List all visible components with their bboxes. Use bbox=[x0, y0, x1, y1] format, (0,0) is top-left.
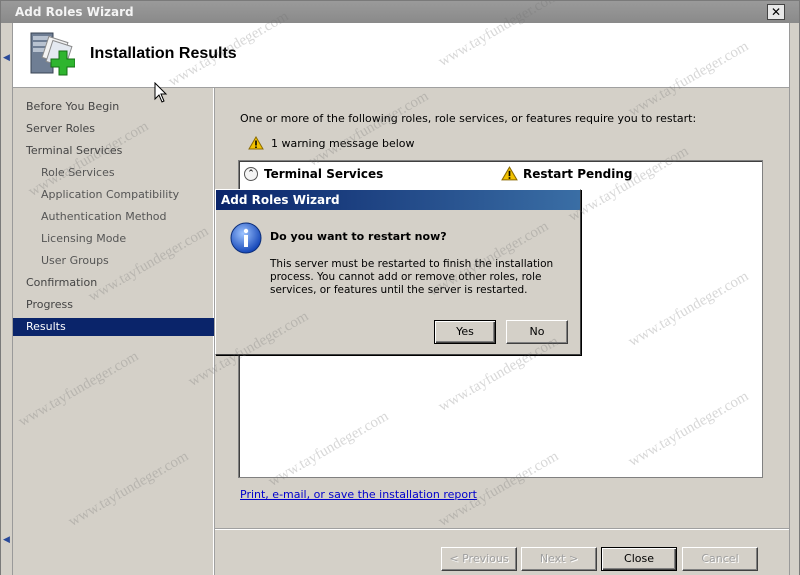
wizard-header: Installation Results bbox=[13, 23, 789, 88]
left-window-edge: ◀ ◀ bbox=[1, 23, 13, 575]
nav-item-terminal-services[interactable]: Terminal Services bbox=[26, 142, 122, 160]
wizard-navigation: Before You Begin Server Roles Terminal S… bbox=[13, 88, 214, 575]
restart-intro-text: One or more of the following roles, role… bbox=[240, 112, 697, 125]
installation-report-link[interactable]: Print, e-mail, or save the installation … bbox=[240, 488, 477, 501]
dialog-message: This server must be restarted to finish … bbox=[270, 258, 554, 296]
close-button[interactable]: Close bbox=[601, 547, 677, 571]
no-button[interactable]: No bbox=[506, 320, 568, 344]
nav-item-confirmation[interactable]: Confirmation bbox=[26, 274, 97, 292]
nav-item-server-roles[interactable]: Server Roles bbox=[26, 120, 95, 138]
mouse-pointer-icon bbox=[154, 82, 168, 103]
collapse-chevron-up-icon[interactable]: ⌃ bbox=[244, 167, 258, 181]
left-arrow-icon: ◀ bbox=[3, 53, 10, 63]
nav-item-user-groups[interactable]: User Groups bbox=[41, 252, 109, 270]
window-close-button[interactable]: ✕ bbox=[767, 4, 785, 20]
left-arrow-icon: ◀ bbox=[3, 535, 10, 545]
dialog-titlebar[interactable]: Add Roles Wizard bbox=[216, 190, 580, 210]
nav-item-before-you-begin[interactable]: Before You Begin bbox=[26, 98, 119, 116]
info-icon bbox=[230, 222, 262, 254]
next-button[interactable]: Next > bbox=[521, 547, 597, 571]
nav-item-authentication-method[interactable]: Authentication Method bbox=[41, 208, 167, 226]
right-window-edge bbox=[789, 23, 799, 575]
result-status: Restart Pending bbox=[523, 167, 633, 181]
window-titlebar[interactable]: Add Roles Wizard ✕ bbox=[1, 1, 799, 23]
nav-item-role-services[interactable]: Role Services bbox=[41, 164, 115, 182]
dialog-heading: Do you want to restart now? bbox=[270, 230, 447, 243]
nav-item-application-compatibility[interactable]: Application Compatibility bbox=[41, 186, 179, 204]
warning-icon bbox=[248, 136, 264, 150]
window-title: Add Roles Wizard bbox=[15, 5, 134, 19]
warning-summary-text: 1 warning message below bbox=[271, 137, 415, 150]
result-role-name: Terminal Services bbox=[264, 167, 384, 181]
restart-confirm-dialog: Add Roles Wizard Do you want to restart … bbox=[215, 189, 581, 355]
nav-item-progress[interactable]: Progress bbox=[26, 296, 73, 314]
warning-icon bbox=[501, 166, 518, 181]
footer-divider bbox=[215, 528, 789, 530]
previous-button[interactable]: < Previous bbox=[441, 547, 517, 571]
add-roles-wizard-window: Add Roles Wizard ✕ ◀ ◀ Installation Resu… bbox=[0, 0, 800, 575]
cancel-button[interactable]: Cancel bbox=[682, 547, 758, 571]
result-row: ⌃ Terminal Services Restart Pending bbox=[239, 163, 762, 185]
nav-item-results[interactable]: Results bbox=[13, 318, 214, 336]
close-icon: ✕ bbox=[770, 5, 782, 19]
page-title: Installation Results bbox=[90, 45, 237, 62]
nav-item-licensing-mode[interactable]: Licensing Mode bbox=[41, 230, 126, 248]
server-roles-add-icon bbox=[30, 32, 75, 76]
yes-button[interactable]: Yes bbox=[434, 320, 496, 344]
